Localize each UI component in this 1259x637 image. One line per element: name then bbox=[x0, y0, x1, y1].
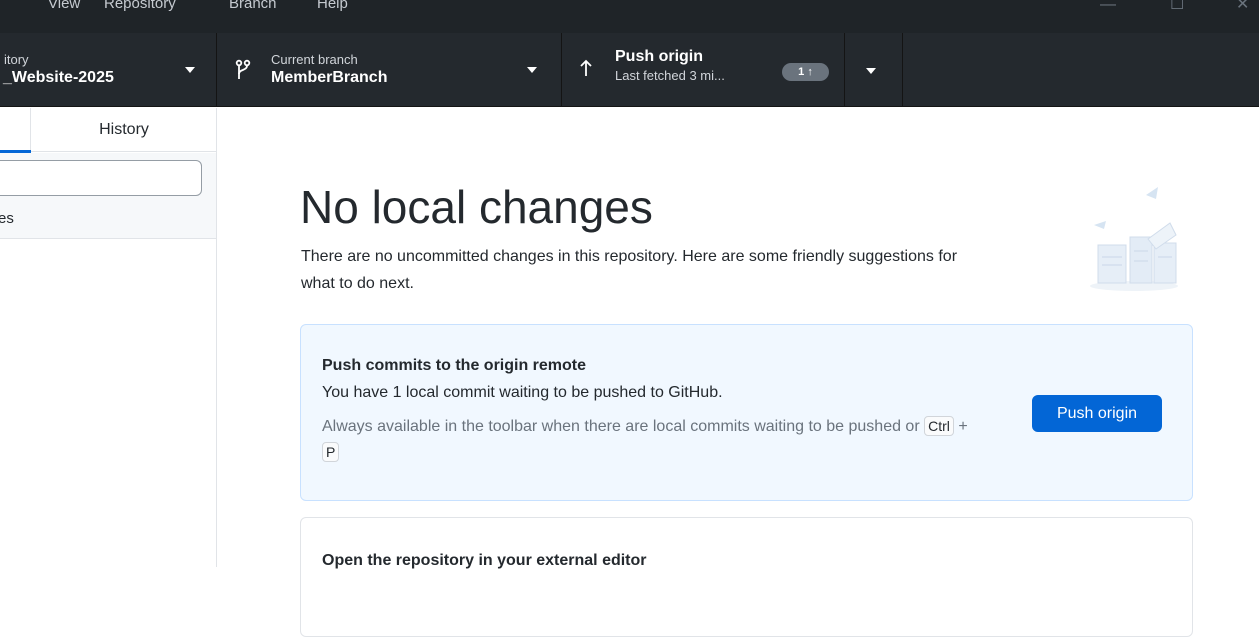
push-origin-button[interactable]: Push origin Last fetched 3 mi... 1 ↑ bbox=[562, 33, 845, 107]
push-commits-hint: Always available in the toolbar when the… bbox=[322, 414, 972, 466]
kbd-plus: + bbox=[958, 418, 968, 435]
open-editor-card: Open the repository in your external edi… bbox=[300, 517, 1193, 637]
branch-label: Current branch bbox=[271, 52, 358, 67]
repository-name: _Website-2025 bbox=[3, 69, 114, 86]
arrow-up-icon bbox=[580, 59, 592, 76]
push-origin-card-button[interactable]: Push origin bbox=[1032, 395, 1162, 432]
push-commits-description: You have 1 local commit waiting to be pu… bbox=[322, 384, 723, 401]
minimize-icon[interactable]: — bbox=[1100, 0, 1116, 14]
branch-name: MemberBranch bbox=[271, 69, 388, 86]
branch-icon bbox=[235, 59, 251, 79]
kbd-p: P bbox=[322, 442, 340, 462]
branch-selector[interactable]: Current branch MemberBranch bbox=[217, 33, 562, 107]
push-commits-title: Push commits to the origin remote bbox=[322, 357, 587, 374]
no-changes-illustration-icon bbox=[1090, 187, 1178, 291]
repository-label: itory bbox=[4, 52, 29, 67]
sidebar-tabs: History bbox=[0, 108, 216, 153]
sidebar: History es bbox=[0, 108, 217, 567]
tab-changes[interactable] bbox=[0, 108, 31, 153]
changed-files-summary: es bbox=[0, 210, 14, 227]
menu-bar: View Repository Branch Help — ☐ ✕ bbox=[0, 0, 1259, 33]
kbd-ctrl: Ctrl bbox=[924, 416, 954, 436]
page-title: No local changes bbox=[300, 181, 653, 233]
maximize-icon[interactable]: ☐ bbox=[1170, 0, 1184, 14]
push-commits-card: Push commits to the origin remote You ha… bbox=[300, 324, 1193, 501]
push-origin-subtitle: Last fetched 3 mi... bbox=[615, 68, 725, 83]
chevron-down-icon bbox=[866, 68, 876, 74]
page-description: There are no uncommitted changes in this… bbox=[301, 248, 958, 292]
toolbar: itory _Website-2025 Current branch Membe… bbox=[0, 33, 1259, 107]
menu-help[interactable]: Help bbox=[317, 0, 348, 14]
filter-input[interactable] bbox=[0, 160, 202, 196]
menu-view[interactable]: View bbox=[48, 0, 80, 14]
close-icon[interactable]: ✕ bbox=[1236, 0, 1249, 14]
menu-repository[interactable]: Repository bbox=[104, 0, 176, 14]
main-content: No local changes There are no uncommitte… bbox=[218, 108, 1259, 637]
filter-area: es bbox=[0, 153, 216, 239]
chevron-down-icon bbox=[185, 67, 195, 73]
hint-text: Always available in the toolbar when the… bbox=[322, 418, 920, 435]
open-editor-title: Open the repository in your external edi… bbox=[322, 552, 647, 569]
menu-branch[interactable]: Branch bbox=[229, 0, 277, 14]
tab-history[interactable]: History bbox=[32, 108, 216, 152]
chevron-down-icon bbox=[527, 67, 537, 73]
repository-selector[interactable]: itory _Website-2025 bbox=[0, 33, 217, 107]
ahead-count-badge: 1 ↑ bbox=[782, 63, 829, 81]
push-dropdown-button[interactable] bbox=[845, 33, 903, 107]
push-origin-label: Push origin bbox=[615, 48, 703, 65]
